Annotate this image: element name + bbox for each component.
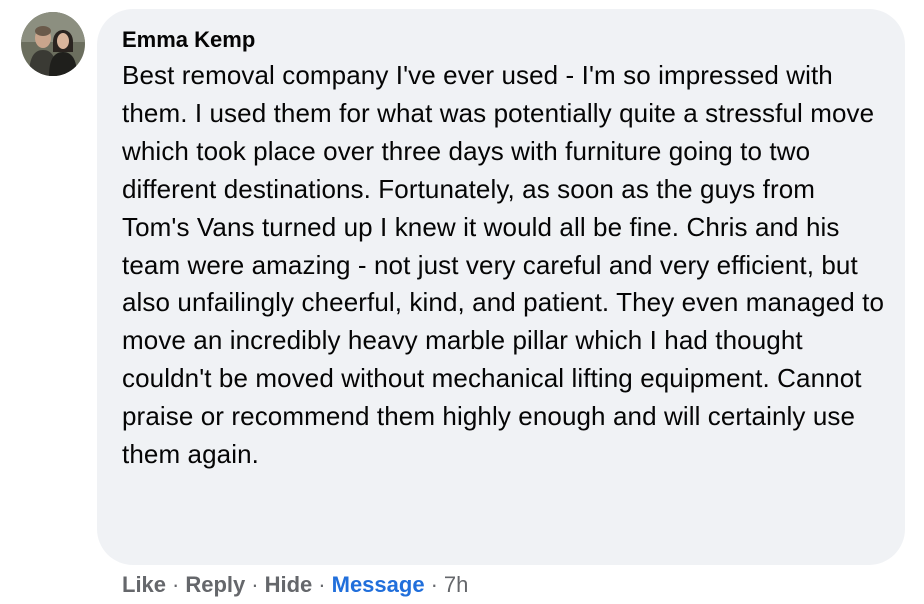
comment-text: Best removal company I've ever used - I'…: [122, 60, 885, 470]
timestamp[interactable]: 7h: [444, 572, 468, 597]
separator: ·: [430, 572, 438, 597]
separator: ·: [172, 572, 180, 597]
comment-actions: Like · Reply · Hide · Message · 7h: [122, 570, 468, 600]
separator: ·: [251, 572, 259, 597]
message-button[interactable]: Message: [332, 572, 425, 597]
hide-button[interactable]: Hide: [265, 572, 313, 597]
avatar[interactable]: [21, 12, 85, 76]
reply-button[interactable]: Reply: [185, 572, 245, 597]
profile-photo-icon: [21, 12, 85, 76]
comment: Emma Kemp Best removal company I've ever…: [0, 0, 924, 604]
comment-author[interactable]: Emma Kemp: [122, 27, 885, 53]
like-button[interactable]: Like: [122, 572, 166, 597]
comment-bubble: Emma Kemp Best removal company I've ever…: [97, 9, 905, 565]
separator: ·: [318, 572, 326, 597]
